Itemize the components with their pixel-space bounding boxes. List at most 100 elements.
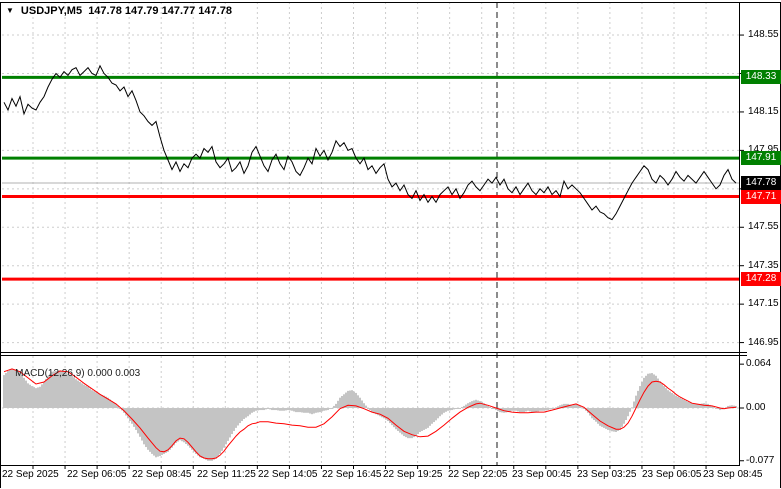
macd-histogram-bar xyxy=(667,390,669,408)
macd-histogram-bar xyxy=(601,408,603,427)
macd-histogram-bar xyxy=(249,408,251,415)
chart-menu-caret-icon[interactable]: ▼ xyxy=(6,6,14,15)
macd-histogram-bar xyxy=(427,408,429,428)
macd-histogram-bar xyxy=(23,378,25,408)
macd-histogram-bar xyxy=(133,408,135,427)
macd-histogram-bar xyxy=(713,407,715,408)
macd-histogram-bar xyxy=(307,408,309,413)
macd-histogram-bar xyxy=(603,408,605,428)
macd-histogram-bar xyxy=(289,408,291,410)
macd-histogram-bar xyxy=(477,400,479,408)
macd-histogram-bar xyxy=(29,385,31,408)
macd-histogram-bar xyxy=(175,408,177,443)
macd-histogram-bar xyxy=(317,408,319,412)
macd-histogram-bar xyxy=(69,375,71,408)
macd-histogram-bar xyxy=(461,407,463,408)
macd-histogram-bar xyxy=(521,408,523,412)
macd-histogram-bar xyxy=(429,408,431,426)
macd-histogram-bar xyxy=(425,408,427,429)
macd-histogram-bar xyxy=(255,408,257,411)
macd-histogram-bar xyxy=(367,408,369,409)
macd-histogram-bar xyxy=(597,408,599,424)
macd-histogram-bar xyxy=(537,408,539,411)
time-tick-label: 22 Sep 19:25 xyxy=(383,469,443,481)
macd-histogram-bar xyxy=(217,408,219,456)
macd-histogram-bar xyxy=(99,394,101,408)
macd-histogram-bar xyxy=(209,408,211,461)
time-tick-label: 23 Sep 03:25 xyxy=(577,469,637,481)
macd-histogram-bar xyxy=(679,398,681,408)
macd-histogram-bar xyxy=(241,408,243,421)
chart-svg[interactable] xyxy=(0,0,781,489)
macd-histogram-bar xyxy=(39,387,41,408)
macd-histogram-bar xyxy=(131,408,133,424)
time-tick-label: 22 Sep 16:45 xyxy=(322,469,382,481)
macd-histogram-bar xyxy=(655,376,657,408)
macd-histogram-bar xyxy=(363,403,365,408)
macd-histogram-bar xyxy=(413,408,415,437)
macd-histogram-bar xyxy=(543,408,545,411)
macd-histogram-bar xyxy=(677,397,679,408)
macd-histogram-bar xyxy=(361,400,363,408)
macd-histogram-bar xyxy=(169,408,171,450)
macd-histogram-bar xyxy=(681,399,683,408)
macd-histogram-bar xyxy=(185,408,187,444)
macd-histogram-bar xyxy=(365,406,367,408)
macd-histogram-bar xyxy=(215,408,217,459)
macd-histogram-bar xyxy=(75,379,77,408)
macd-histogram-bar xyxy=(491,408,493,409)
macd-histogram-bar xyxy=(479,401,481,408)
macd-histogram-bar xyxy=(555,407,557,408)
macd-indicator-label: MACD(12,26,9) 0.000 0.003 xyxy=(4,357,140,369)
macd-histogram-bar xyxy=(191,408,193,450)
macd-histogram-bar xyxy=(283,408,285,411)
price-tick-label: 147.15 xyxy=(748,298,781,310)
macd-histogram-bar xyxy=(207,408,209,461)
macd-histogram-bar xyxy=(195,408,197,454)
macd-histogram-bar xyxy=(181,408,183,441)
macd-histogram-bar xyxy=(557,406,559,408)
macd-histogram-bar xyxy=(645,376,647,408)
macd-histogram-bar xyxy=(163,408,165,454)
macd-histogram-bar xyxy=(519,408,521,412)
macd-histogram-bar xyxy=(665,388,667,408)
macd-histogram-bar xyxy=(441,408,443,415)
macd-histogram-bar xyxy=(89,388,91,408)
macd-histogram-bar xyxy=(301,408,303,412)
macd-histogram-bar xyxy=(685,401,687,408)
macd-histogram-bar xyxy=(127,408,129,418)
macd-histogram-bar xyxy=(285,408,287,410)
macd-histogram-bar xyxy=(45,379,47,408)
macd-histogram-bar xyxy=(687,402,689,408)
macd-histogram-bar xyxy=(447,408,449,411)
macd-histogram-bar xyxy=(219,408,221,454)
macd-histogram-bar xyxy=(85,386,87,408)
macd-histogram-bar xyxy=(261,408,263,410)
macd-histogram-bar xyxy=(515,408,517,411)
macd-histogram-bar xyxy=(625,408,627,420)
macd-histogram-bar xyxy=(329,408,331,409)
macd-histogram-bar xyxy=(535,408,537,412)
time-tick-label: 23 Sep 00:45 xyxy=(512,469,572,481)
macd-histogram-bar xyxy=(41,384,43,408)
macd-histogram-bar xyxy=(73,378,75,408)
macd-histogram-bar xyxy=(271,408,273,410)
time-tick-label: 22 Sep 14:05 xyxy=(258,469,318,481)
macd-histogram-bar xyxy=(493,408,495,409)
macd-histogram-bar xyxy=(239,408,241,423)
macd-histogram-bar xyxy=(671,393,673,408)
macd-histogram-bar xyxy=(259,408,261,410)
macd-histogram-bar xyxy=(339,398,341,408)
macd-histogram-bar xyxy=(235,408,237,428)
time-tick-label: 22 Sep 2025 xyxy=(2,469,59,481)
macd-histogram-bar xyxy=(627,408,629,416)
macd-histogram-bar xyxy=(417,408,419,434)
chart-canvas[interactable] xyxy=(0,0,781,489)
level-price-badge: 147.28 xyxy=(741,272,781,286)
macd-histogram-bar xyxy=(419,408,421,432)
macd-histogram-bar xyxy=(205,408,207,460)
macd-histogram-bar xyxy=(147,408,149,450)
macd-histogram-bar xyxy=(629,408,631,412)
macd-histogram-bar xyxy=(657,379,659,408)
level-price-badge: 147.91 xyxy=(741,151,781,165)
